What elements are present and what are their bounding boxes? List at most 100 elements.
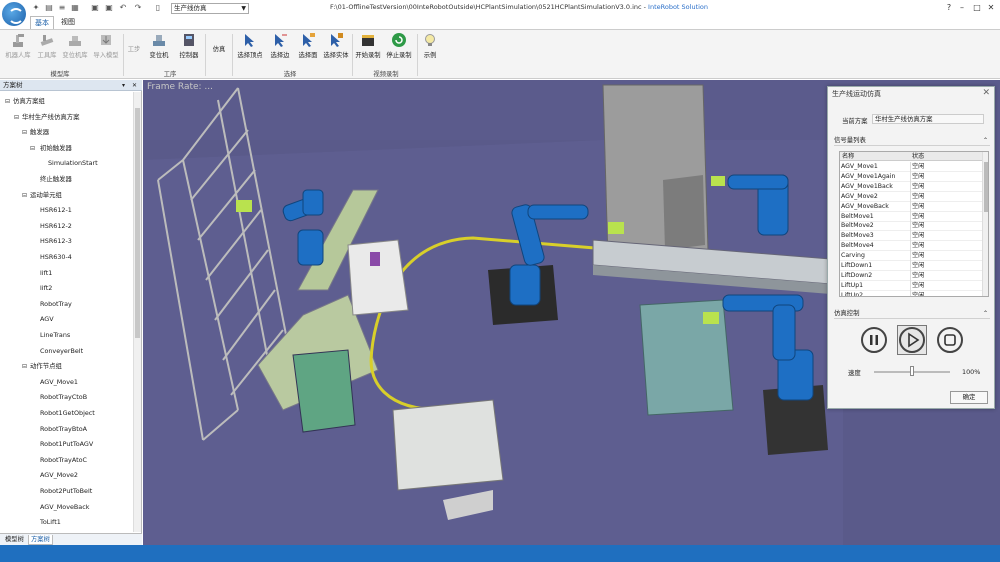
palette-icon[interactable]: ▦: [70, 3, 80, 13]
demo-button[interactable]: 示例: [420, 32, 440, 62]
select-edge-button[interactable]: 选择边: [267, 32, 293, 62]
collapse-toggle-icon[interactable]: ⊟: [5, 96, 11, 108]
save-icon[interactable]: ▣: [90, 3, 100, 13]
tree-node[interactable]: HSR630-4: [30, 251, 72, 263]
signal-row[interactable]: AGV_Move1Back 空闲: [840, 181, 982, 192]
maximize-icon[interactable]: □: [970, 2, 984, 14]
positioner-lib-icon: [69, 36, 81, 46]
tab-basic[interactable]: 基本: [30, 16, 54, 29]
tree-node[interactable]: AGV_MoveBack: [30, 501, 89, 513]
help-icon[interactable]: ?: [942, 2, 956, 14]
collapse-toggle-icon[interactable]: ⊟: [30, 143, 36, 155]
tree-node[interactable]: RobotTray: [30, 298, 72, 310]
tree-node[interactable]: ToLift1: [30, 516, 61, 528]
close-icon[interactable]: ✕: [982, 88, 990, 98]
simulation-button[interactable]: 仿真: [208, 44, 230, 74]
tree-node[interactable]: ⊟ 运动单元组: [22, 189, 62, 201]
app-logo-icon[interactable]: [2, 2, 26, 26]
tree-node[interactable]: RobotTrayAtoC: [30, 454, 87, 466]
tree-node[interactable]: AGV: [30, 313, 54, 325]
scheme-tree: ⊟ 仿真方案组 ⊟ 华村生产线仿真方案 ⊟ 触发器 ⊟ 初始触发器 SimulationStar…: [0, 92, 133, 532]
close-icon[interactable]: ✕: [132, 80, 137, 91]
collapse-toggle-icon[interactable]: ⊟: [22, 361, 28, 373]
tree-node[interactable]: lift2: [30, 282, 52, 294]
signal-scrollbar[interactable]: [982, 152, 988, 296]
tree-node[interactable]: Robot1PutToAGV: [30, 438, 93, 450]
select-solid-button[interactable]: 选择实体: [322, 32, 350, 62]
signal-row[interactable]: BeltMove2 空闲: [840, 221, 982, 232]
signal-row[interactable]: BeltMove4 空闲: [840, 241, 982, 252]
signal-row[interactable]: LiftUp2 空闲: [840, 290, 982, 296]
positioner-lib-button[interactable]: 变位机库: [61, 32, 89, 62]
properties-icon[interactable]: ≡: [57, 3, 67, 13]
tree-node[interactable]: RobotTrayCtoB: [30, 391, 87, 403]
tree-node[interactable]: 终止触发器: [30, 173, 72, 185]
minimize-icon[interactable]: –: [955, 2, 969, 14]
signal-row[interactable]: LiftDown1 空闲: [840, 261, 982, 271]
start-record-button[interactable]: 开始录制: [354, 32, 382, 62]
close-icon[interactable]: ✕: [984, 2, 998, 14]
play-button[interactable]: [899, 327, 925, 353]
ok-button[interactable]: 确定: [950, 391, 988, 404]
controller-button[interactable]: 控制器: [176, 32, 202, 62]
control-section-header[interactable]: 仿真控制 ⌃: [834, 308, 990, 319]
signal-row[interactable]: AGV_Move2 空闲: [840, 191, 982, 202]
tree-node[interactable]: HSR612-3: [30, 235, 72, 247]
tool-lib-button[interactable]: 工具库: [34, 32, 60, 62]
positioner-button[interactable]: 变位机: [146, 32, 172, 62]
signal-row[interactable]: LiftUp1 空闲: [840, 280, 982, 291]
redo-icon[interactable]: ↷: [133, 3, 143, 13]
stop-record-button[interactable]: 停止录制: [385, 32, 413, 62]
signal-row[interactable]: LiftDown2 空闲: [840, 270, 982, 281]
tree-node[interactable]: SimulationStart: [38, 157, 98, 169]
pin-icon[interactable]: ▾: [122, 80, 125, 91]
signal-section-header[interactable]: 信号量列表 ⌃: [834, 135, 990, 146]
signal-row[interactable]: AGV_MoveBack 空闲: [840, 201, 982, 212]
signal-status: 空闲: [910, 162, 925, 172]
tree-node[interactable]: Robot2PutToBelt: [30, 485, 92, 497]
collapse-toggle-icon[interactable]: ⊟: [22, 190, 28, 202]
select-face-button[interactable]: 选择面: [295, 32, 321, 62]
tree-node[interactable]: HSR612-1: [30, 204, 72, 216]
tree-node[interactable]: ConveyerBelt: [30, 345, 83, 357]
tree-node-label: SimulationStart: [48, 159, 98, 168]
tree-node-label: ConveyerBelt: [40, 346, 84, 355]
tree-scrollbar[interactable]: [133, 92, 141, 532]
tree-node[interactable]: ⊟ 动作节点组: [22, 360, 62, 372]
undo-icon[interactable]: ↶: [118, 3, 128, 13]
tree-node[interactable]: LineTrans: [30, 329, 70, 341]
scrollbar-thumb[interactable]: [984, 162, 988, 212]
open-folder-icon[interactable]: ▤: [44, 3, 54, 13]
pause-button[interactable]: [861, 327, 887, 353]
signal-row[interactable]: BeltMove3 空闲: [840, 231, 982, 242]
profile-select[interactable]: 生产线仿真 ▼: [171, 3, 249, 14]
collapse-toggle-icon[interactable]: ⊟: [22, 127, 28, 139]
tree-node[interactable]: RobotTrayBtoA: [30, 423, 87, 435]
signal-row[interactable]: BeltMove1 空闲: [840, 211, 982, 222]
tree-node[interactable]: AGV_Move2: [30, 469, 78, 481]
tree-node[interactable]: Robot1GetObject: [30, 407, 95, 419]
tab-view[interactable]: 视图: [56, 16, 80, 29]
signal-row[interactable]: AGV_Move1Again 空闲: [840, 171, 982, 182]
tree-node[interactable]: HSR612-2: [30, 220, 72, 232]
select-vertex-button[interactable]: 选择顶点: [236, 32, 264, 62]
tree-node[interactable]: ⊟ 触发器: [22, 126, 49, 138]
speed-slider-thumb[interactable]: [910, 366, 914, 376]
tab-model-tree[interactable]: 模型树: [3, 535, 26, 545]
signal-row[interactable]: Carving 空闲: [840, 251, 982, 262]
save-as-icon[interactable]: ▣: [104, 3, 114, 13]
robot-lib-button[interactable]: 机器人库: [4, 32, 32, 62]
tree-node[interactable]: lift1: [30, 267, 52, 279]
stop-button[interactable]: [937, 327, 963, 353]
chevron-down-icon: ▼: [241, 5, 246, 12]
scrollbar-thumb[interactable]: [135, 108, 140, 338]
new-file-icon[interactable]: ✦: [31, 3, 41, 13]
signal-row[interactable]: AGV_Move1 空闲: [840, 162, 982, 172]
tree-node[interactable]: ⊟ 华村生产线仿真方案: [14, 111, 80, 123]
tree-node[interactable]: ⊟ 初始触发器: [30, 142, 72, 154]
collapse-toggle-icon[interactable]: ⊟: [14, 112, 20, 124]
tab-scheme-tree[interactable]: 方案树: [28, 535, 53, 545]
tree-node[interactable]: AGV_Move1: [30, 376, 78, 388]
tree-node[interactable]: ⊟ 仿真方案组: [5, 95, 45, 107]
import-model-button[interactable]: 导入模型: [91, 32, 121, 62]
